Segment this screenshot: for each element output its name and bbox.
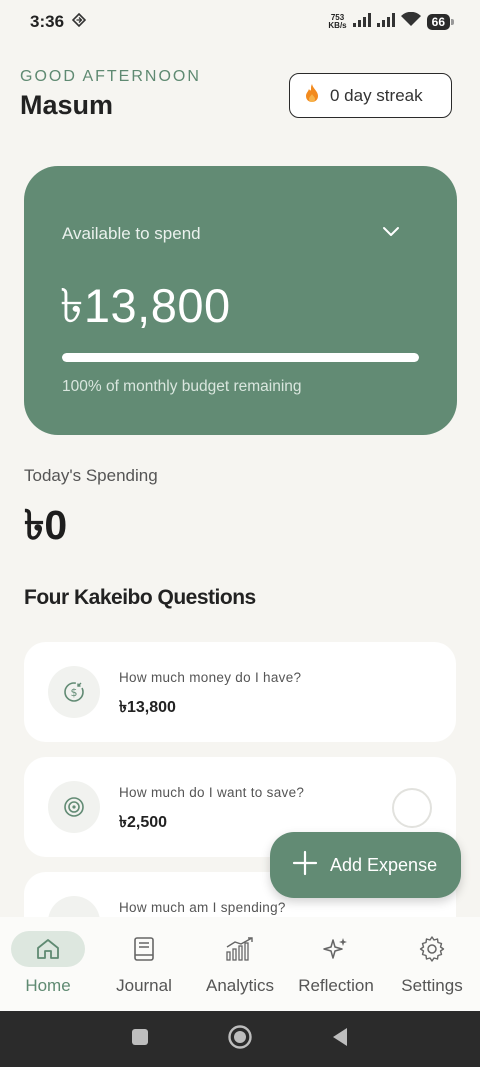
budget-progress-bar (62, 353, 419, 362)
question-value: ৳2,500 (119, 814, 168, 831)
nav-label: Journal (116, 976, 172, 995)
status-bar: 3:36 753 KB/s 66 (0, 0, 480, 44)
recents-icon[interactable] (131, 1028, 149, 1051)
gear-icon (395, 931, 469, 967)
nav-label: Settings (401, 976, 463, 995)
nav-label: Reflection (298, 976, 374, 995)
budget-remaining-text: 100% of monthly budget remaining (62, 378, 302, 395)
signal-icon (352, 12, 371, 32)
section-title: Four Kakeibo Questions (24, 586, 256, 609)
question-text: How much do I want to save? (119, 785, 305, 800)
sparkle-icon (299, 931, 373, 967)
today-spending-amount: ৳0 (24, 502, 68, 548)
today-spending-label: Today's Spending (24, 466, 158, 485)
status-right: 753 KB/s 66 (328, 11, 455, 32)
svg-text:$: $ (71, 686, 78, 699)
plus-icon (292, 850, 318, 881)
system-nav-bar (0, 1011, 480, 1067)
streak-button[interactable]: 0 day streak (289, 73, 452, 118)
nav-item-settings[interactable]: Settings (384, 917, 480, 1011)
status-time: 3:36 (30, 12, 65, 31)
flame-icon (304, 83, 320, 108)
wifi-icon (400, 11, 421, 32)
add-expense-button[interactable]: Add Expense (270, 832, 461, 898)
question-card[interactable]: $ How much money do I have? ৳13,800 (24, 642, 456, 742)
streak-label: 0 day streak (330, 85, 423, 105)
net-speed: 753 KB/s (328, 14, 346, 30)
bottom-nav: Home Journal Analytics Reflection Settin… (0, 917, 480, 1011)
money-icon: $ (48, 666, 100, 718)
home-button-icon[interactable] (227, 1024, 253, 1055)
journal-icon (107, 931, 181, 967)
question-text: How much am I spending? (119, 900, 286, 915)
question-text: How much money do I have? (119, 670, 302, 685)
analytics-icon (203, 931, 277, 967)
budget-label: Available to spend (62, 224, 201, 243)
greeting: GOOD AFTERNOON (20, 68, 201, 85)
nav-item-home[interactable]: Home (0, 917, 96, 1011)
signal-icon-2 (376, 12, 395, 32)
status-left: 3:36 (30, 12, 87, 32)
question-check-circle[interactable] (392, 788, 432, 828)
app-notification-icon (71, 12, 87, 32)
budget-progress-fill (62, 353, 419, 362)
net-speed-unit: KB/s (328, 21, 347, 30)
nav-label: Analytics (205, 976, 275, 995)
nav-label: Home (25, 976, 71, 995)
nav-item-analytics[interactable]: Analytics (192, 917, 288, 1011)
target-icon (48, 781, 100, 833)
add-expense-label: Add Expense (330, 854, 438, 875)
battery-indicator: 66 (426, 14, 455, 30)
chevron-down-icon[interactable] (382, 224, 400, 243)
question-value: ৳13,800 (119, 699, 176, 716)
back-icon[interactable] (331, 1027, 349, 1052)
nav-item-journal[interactable]: Journal (96, 917, 192, 1011)
nav-item-reflection[interactable]: Reflection (288, 917, 384, 1011)
user-name: Masum (20, 90, 114, 120)
budget-card[interactable]: Available to spend ৳13,800 100% of month… (24, 166, 457, 435)
home-icon (11, 931, 85, 967)
budget-amount: ৳13,800 (60, 279, 231, 332)
